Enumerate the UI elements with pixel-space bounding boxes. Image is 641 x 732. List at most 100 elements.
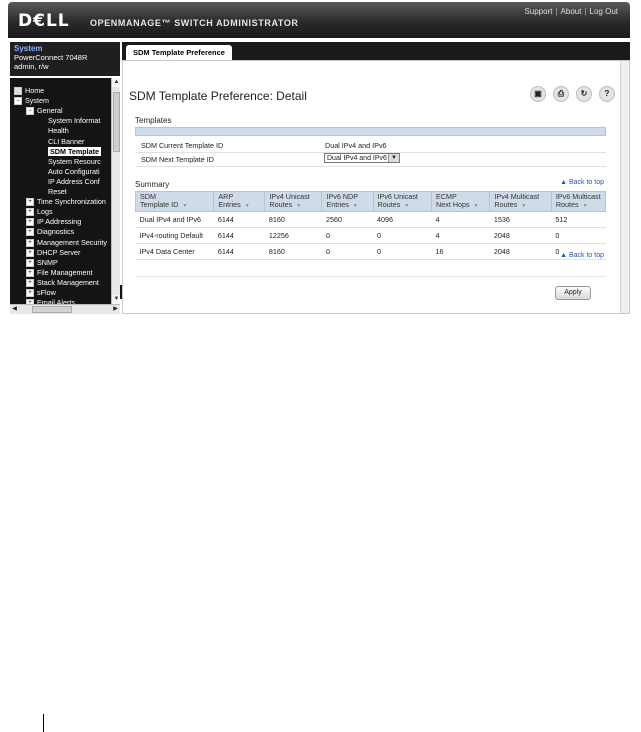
sort-icon[interactable]: ▼ [182, 203, 187, 209]
next-template-row: SDM Next Template ID Dual IPv4 and IPv6 … [135, 152, 606, 167]
nav-item[interactable]: + SNMP [26, 258, 58, 267]
nav-item[interactable]: System Resourc [48, 157, 101, 166]
expand-icon[interactable]: + [26, 278, 34, 287]
expand-icon[interactable]: + [26, 258, 34, 267]
expand-icon[interactable]: + [26, 248, 34, 257]
sort-icon[interactable]: ▼ [583, 203, 588, 209]
nav-item[interactable]: CLI Banner [48, 137, 84, 146]
nav-item-label: SDM Template [50, 146, 99, 156]
nav-item[interactable]: + File Management [26, 268, 93, 277]
home-icon[interactable] [14, 87, 22, 96]
nav-item-label: System Informat [48, 116, 101, 126]
column-header[interactable]: IPv6 Multicast Routes ▼ [550, 191, 607, 212]
summary-table: SDM Template ID ▼ ARP Entries ▼ IPv4 Unicast Ro… [134, 191, 607, 260]
sort-icon[interactable]: ▼ [245, 203, 250, 209]
table-cell: 2048 [489, 243, 552, 260]
hscroll-thumb[interactable] [32, 306, 72, 313]
nav-item[interactable]: + Management Security [26, 238, 107, 247]
next-template-label: SDM Next Template ID [141, 155, 214, 164]
nav-item[interactable]: + IP Addressing [26, 217, 82, 227]
nav-item-label: DHCP Server [37, 247, 81, 257]
refresh-icon[interactable]: ↻ [576, 86, 592, 102]
table-cell: 6144 [213, 243, 265, 260]
product-title: OPENMANAGE™ SWITCH ADMINISTRATOR [90, 18, 299, 28]
expand-icon[interactable]: + [26, 218, 34, 227]
expand-icon[interactable]: + [26, 228, 34, 237]
content-scrollbar[interactable] [620, 61, 629, 313]
current-template-label: SDM Current Template ID [141, 141, 224, 150]
scroll-right-icon[interactable]: ▶ [111, 305, 120, 314]
sort-icon[interactable]: ▼ [296, 203, 301, 209]
nav-item[interactable]: IP Address Conf [48, 177, 100, 186]
nav-item[interactable]: + Stack Management [26, 278, 99, 287]
column-header[interactable]: SDM Template ID ▼ [134, 191, 215, 212]
expand-icon[interactable]: + [26, 198, 34, 207]
column-header[interactable]: IPv4 Unicast Routes ▼ [264, 191, 323, 212]
expand-icon[interactable]: + [26, 238, 34, 247]
nav-item-label: IP Addressing [37, 217, 82, 227]
nav-item[interactable]: Auto Configurati [48, 167, 100, 176]
apply-button[interactable]: Apply [555, 286, 591, 300]
scroll-up-icon[interactable]: ▲ [112, 78, 120, 87]
expand-icon[interactable]: + [26, 208, 34, 217]
help-icon[interactable]: ? [599, 86, 615, 102]
sort-icon[interactable]: ▼ [521, 203, 526, 209]
current-template-value: Dual IPv4 and IPv6 [325, 141, 387, 150]
about-link[interactable]: About [561, 7, 582, 16]
expand-icon[interactable]: + [26, 289, 34, 298]
save-icon[interactable]: ▣ [530, 86, 546, 102]
column-header-line2: Template ID [140, 200, 179, 209]
nav-item-label: System Resourc [48, 156, 101, 166]
nav-item-label: System [25, 96, 49, 106]
nav-item[interactable]: System Informat [48, 116, 100, 125]
next-template-select[interactable]: Dual IPv4 and IPv6 ▼ [324, 153, 400, 163]
column-header[interactable]: IPv6 Unicast Routes ▼ [372, 191, 433, 212]
system-user: admin, r/w [14, 62, 49, 71]
table-cell: 8160 [264, 211, 322, 228]
collapse-icon[interactable]: − [14, 97, 22, 106]
print-icon[interactable]: ⎙ [553, 86, 569, 102]
table-cell: 0 [373, 243, 432, 260]
sort-icon[interactable]: ▼ [404, 203, 409, 209]
nav-horizontal-scrollbar[interactable]: ◀ ▶ [10, 304, 120, 314]
column-header-line2: Routes [377, 200, 401, 209]
column-header-line2: Entries [326, 200, 349, 209]
nav-item[interactable]: − System [14, 96, 49, 106]
nav-vertical-scrollbar[interactable]: ▲ ▼ [111, 78, 120, 304]
table-cell: 0 [551, 227, 606, 244]
tab-sdm-template-preference[interactable]: SDM Template Preference [126, 45, 232, 60]
back-to-top-link[interactable]: ▲ Back to top [560, 179, 604, 186]
nav-item[interactable]: + DHCP Server [26, 248, 80, 257]
column-header[interactable]: ECMP Next Hops ▼ [431, 191, 491, 212]
nav-item[interactable]: + sFlow [26, 288, 56, 298]
nav-item[interactable]: Reset [48, 187, 67, 196]
table-cell: 6144 [213, 227, 265, 244]
expand-icon[interactable]: + [26, 268, 34, 277]
column-header[interactable]: IPv4 Multicast Routes ▼ [489, 191, 552, 212]
nav-item[interactable]: + Logs [26, 207, 53, 217]
nav-item[interactable]: SDM Template [48, 146, 101, 156]
nav-item[interactable]: + Time Synchronization [26, 197, 106, 207]
nav-item[interactable]: − General [26, 106, 63, 116]
scroll-down-icon[interactable]: ▼ [112, 295, 120, 304]
sort-icon[interactable]: ▼ [353, 203, 358, 209]
scroll-left-icon[interactable]: ◀ [10, 305, 19, 314]
column-header[interactable]: ARP Entries ▼ [213, 191, 266, 212]
scroll-thumb[interactable] [113, 92, 120, 152]
collapse-icon[interactable]: − [26, 107, 34, 116]
back-to-top-link-bottom[interactable]: ▲ Back to top [560, 252, 604, 259]
dell-logo: D€LL [18, 11, 70, 31]
sort-icon[interactable]: ▼ [474, 203, 479, 209]
nav-item[interactable]: Health [48, 126, 69, 135]
table-cell: 4 [431, 227, 490, 244]
nav-item[interactable]: + Diagnostics [26, 227, 74, 237]
nav-item[interactable]: Home [14, 86, 44, 96]
nav-item-label: General [37, 106, 63, 116]
column-header[interactable]: IPv6 NDP Entries ▼ [321, 191, 374, 212]
templates-header-bar [135, 127, 606, 136]
logout-link[interactable]: Log Out [590, 7, 618, 16]
header-links: Support | About | Log Out [524, 7, 618, 16]
chevron-down-icon[interactable]: ▼ [388, 154, 399, 162]
support-link[interactable]: Support [524, 7, 552, 16]
nav-tree: Home − System − General System Informat Health… [10, 78, 120, 304]
